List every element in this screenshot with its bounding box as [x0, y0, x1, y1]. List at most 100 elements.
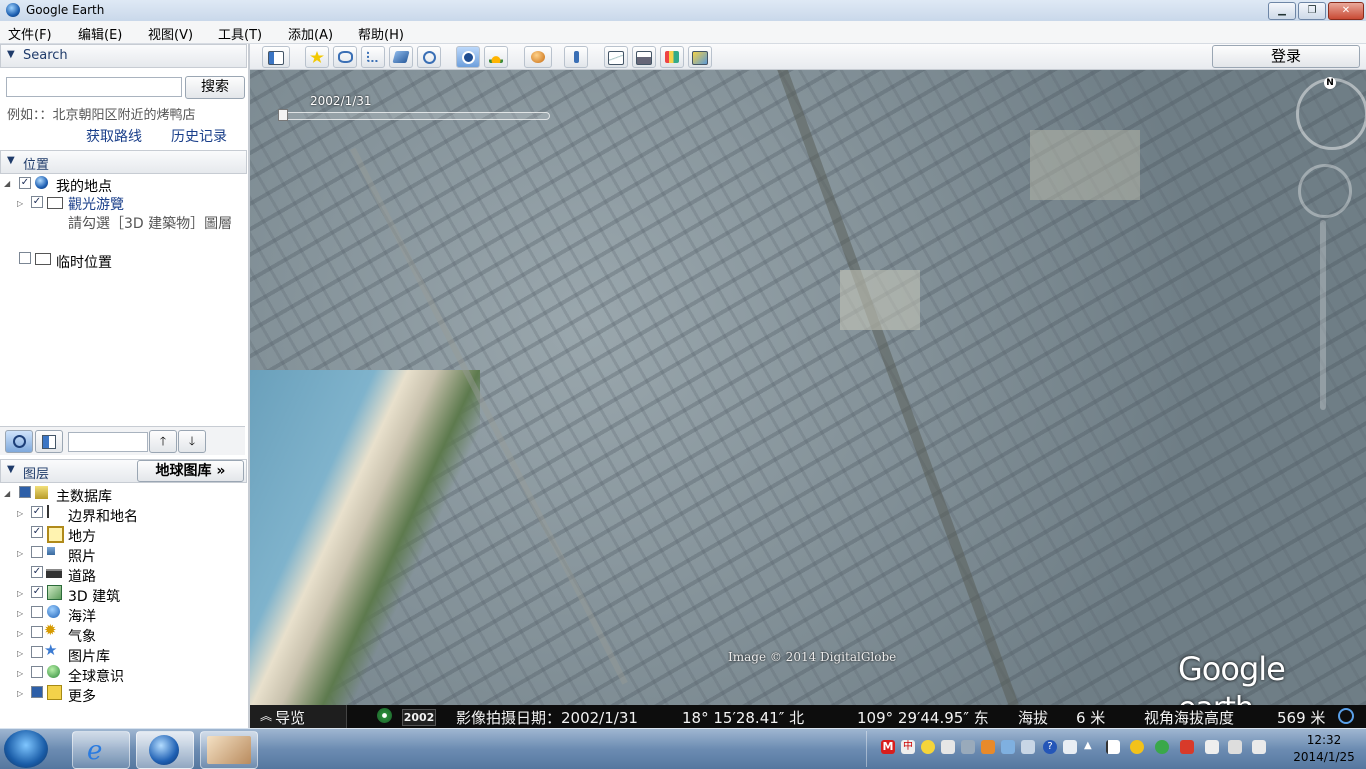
map-view[interactable]: 2002/1/31 N Image © 2014 DigitalGlobe Go…: [250, 70, 1366, 705]
tray-dot-icon[interactable]: [941, 740, 955, 754]
tray-app-icon[interactable]: [1001, 740, 1015, 754]
time-slider-knob[interactable]: [278, 109, 288, 121]
time-slider[interactable]: [278, 106, 550, 121]
record-tour-button[interactable]: [417, 46, 441, 68]
my-places-label[interactable]: 我的地点: [56, 176, 112, 196]
temp-places-checkbox[interactable]: [19, 252, 31, 264]
my-places-checkbox[interactable]: ✓: [19, 177, 31, 189]
places-layer-checkbox[interactable]: ✓: [31, 526, 43, 538]
menu-add[interactable]: 添加(A): [288, 24, 333, 43]
history-link[interactable]: 历史记录: [171, 126, 227, 146]
tray-keyboard-icon[interactable]: [961, 740, 975, 754]
menu-help[interactable]: 帮助(H): [358, 24, 404, 43]
menu-view[interactable]: 视图(V): [148, 24, 193, 43]
layer-3d-buildings[interactable]: 3D 建筑: [68, 586, 120, 606]
expand-triangle-icon[interactable]: ▷: [17, 199, 23, 208]
earth-gallery-button[interactable]: 地球图库 »: [137, 460, 244, 482]
year-badge[interactable]: 2002: [402, 709, 436, 726]
switch-planet-button[interactable]: [524, 46, 552, 68]
temp-places-label[interactable]: 临时位置: [56, 252, 112, 272]
menu-tools[interactable]: 工具(T): [218, 24, 262, 43]
taskbar-google-earth-button[interactable]: [136, 731, 194, 769]
navigation-tab[interactable]: ︽ 导览: [250, 705, 347, 728]
help-icon[interactable]: ?: [1043, 740, 1057, 754]
network-icon[interactable]: [1205, 740, 1219, 754]
layer-global-awareness[interactable]: 全球意识: [68, 666, 124, 686]
expand-triangle-icon[interactable]: ▷: [17, 669, 23, 678]
get-directions-link[interactable]: 获取路线: [86, 126, 142, 146]
more-checkbox[interactable]: [31, 686, 43, 698]
ocean-checkbox[interactable]: [31, 606, 43, 618]
sign-in-button[interactable]: 登录: [1212, 45, 1360, 68]
search-button[interactable]: 搜索: [185, 76, 245, 99]
action-center-icon[interactable]: [1252, 740, 1266, 754]
search-panel-header[interactable]: ▼ Search: [0, 44, 247, 68]
move-joystick[interactable]: [1298, 164, 1352, 218]
global-awareness-checkbox[interactable]: [31, 666, 43, 678]
view-in-maps-button[interactable]: [660, 46, 684, 68]
expand-triangle-icon[interactable]: ◢: [4, 179, 10, 188]
tray-mcafee-icon[interactable]: M: [881, 740, 895, 754]
menu-edit[interactable]: 编辑(E): [78, 24, 122, 43]
tray-app-icon[interactable]: [981, 740, 995, 754]
volume-icon[interactable]: [1228, 740, 1242, 754]
menu-file[interactable]: 文件(F): [8, 24, 52, 43]
weather-checkbox[interactable]: [31, 626, 43, 638]
show-hidden-icons-icon[interactable]: ▲: [1084, 740, 1092, 751]
add-polygon-button[interactable]: [333, 46, 357, 68]
email-button[interactable]: [604, 46, 628, 68]
tray-security-icon[interactable]: [1155, 740, 1169, 754]
taskbar-ie-button[interactable]: e: [72, 731, 130, 769]
maximize-button[interactable]: ❐: [1298, 2, 1326, 20]
layer-photos[interactable]: 照片: [68, 546, 96, 566]
tray-app-icon[interactable]: [1180, 740, 1194, 754]
start-button[interactable]: [4, 730, 48, 768]
zoom-slider[interactable]: [1320, 220, 1326, 410]
layer-places[interactable]: 地方: [68, 526, 96, 546]
expand-triangle-icon[interactable]: ▷: [17, 649, 23, 658]
places-filter-input[interactable]: [68, 432, 148, 452]
minimize-button[interactable]: ▁: [1268, 2, 1296, 20]
tour-folder-checkbox[interactable]: ✓: [31, 196, 43, 208]
historical-imagery-button[interactable]: [456, 46, 480, 68]
photos-checkbox[interactable]: [31, 546, 43, 558]
tray-app-icon[interactable]: [1021, 740, 1035, 754]
tray-moon-icon[interactable]: [921, 740, 935, 754]
system-clock[interactable]: 12:32 2014/1/25: [1290, 732, 1358, 766]
expand-triangle-icon[interactable]: ▷: [17, 549, 23, 558]
add-placemark-button[interactable]: [305, 46, 329, 68]
layer-gallery[interactable]: 图片库: [68, 646, 110, 666]
move-up-button[interactable]: 🡑: [149, 430, 177, 453]
save-image-button[interactable]: [688, 46, 712, 68]
print-button[interactable]: [632, 46, 656, 68]
add-image-overlay-button[interactable]: [389, 46, 413, 68]
borders-checkbox[interactable]: ✓: [31, 506, 43, 518]
add-path-button[interactable]: [361, 46, 385, 68]
close-button[interactable]: ✕: [1328, 2, 1364, 20]
layer-ocean[interactable]: 海洋: [68, 606, 96, 626]
tray-ime-icon[interactable]: 中: [901, 740, 915, 754]
flag-icon[interactable]: [1106, 740, 1120, 754]
clock-icon[interactable]: [377, 708, 392, 723]
tour-folder-label[interactable]: 觀光游覽: [68, 194, 124, 214]
taskbar-app-button[interactable]: [200, 731, 258, 769]
expand-triangle-icon[interactable]: ▷: [17, 589, 23, 598]
tray-app-icon[interactable]: [1063, 740, 1077, 754]
ruler-button[interactable]: [564, 46, 588, 68]
tray-qq-icon[interactable]: [1130, 740, 1144, 754]
3d-buildings-checkbox[interactable]: ✓: [31, 586, 43, 598]
toggle-panel-button[interactable]: [35, 430, 63, 453]
layer-more[interactable]: 更多: [68, 686, 96, 706]
layer-borders-labels[interactable]: 边界和地名: [68, 506, 138, 526]
expand-triangle-icon[interactable]: ▷: [17, 609, 23, 618]
layer-primary-database[interactable]: 主数据库: [56, 486, 112, 506]
expand-triangle-icon[interactable]: ▷: [17, 689, 23, 698]
search-input[interactable]: [6, 77, 182, 97]
roads-checkbox[interactable]: ✓: [31, 566, 43, 578]
move-down-button[interactable]: 🡓: [178, 430, 206, 453]
navigation-compass[interactable]: N: [1296, 77, 1366, 150]
search-places-button[interactable]: [5, 430, 33, 453]
expand-triangle-icon[interactable]: ▷: [17, 509, 23, 518]
sidebar-toggle-button[interactable]: [262, 46, 290, 68]
north-indicator[interactable]: N: [1324, 77, 1336, 89]
